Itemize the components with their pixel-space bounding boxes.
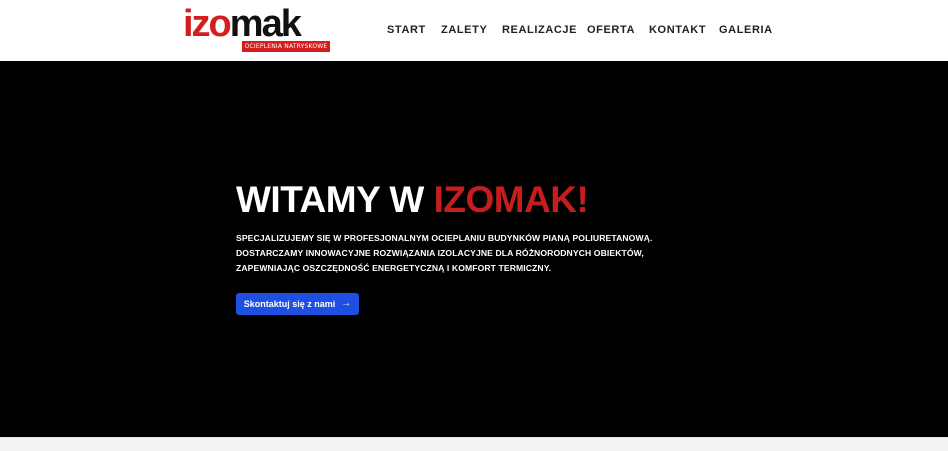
hero-title-accent: IZOMAK! [433,179,589,220]
nav-oferta[interactable]: OFERTA [587,23,635,37]
contact-button[interactable]: Skontaktuj się z nami → [236,293,359,315]
hero-description-line: DOSTARCZAMY INNOWACYJNE ROZWIĄZANIA IZOL… [236,248,644,258]
hero-title: WITAMY W IZOMAK! [236,179,589,221]
nav-kontakt[interactable]: KONTAKT [649,23,706,37]
contact-button-label: Skontaktuj się z nami [243,299,336,309]
nav-start[interactable]: START [387,23,426,37]
hero-description: SPECJALIZUJEMY SIĘ W PROFESJONALNYM OCIE… [236,231,696,276]
arrow-right-icon: → [341,298,352,309]
hero-description-line: ZAPEWNIAJĄC OSZCZĘDNOŚĆ ENERGETYCZNĄ I K… [236,263,552,273]
hero-section: WITAMY W IZOMAK! SPECJALIZUJEMY SIĘ W PR… [0,61,948,437]
site-header: izomak OCIEPLENIA NATRYSKOWE START ZALET… [0,0,948,61]
nav-galeria[interactable]: GALERIA [719,23,773,37]
nav-realizacje[interactable]: REALIZACJE [502,23,577,37]
main-nav: START ZALETY REALIZACJE OFERTA KONTAKT G… [0,0,948,61]
nav-zalety[interactable]: ZALETY [441,23,487,37]
hero-title-prefix: WITAMY W [236,179,434,220]
next-section-edge [0,437,948,451]
hero-description-line: SPECJALIZUJEMY SIĘ W PROFESJONALNYM OCIE… [236,233,653,243]
